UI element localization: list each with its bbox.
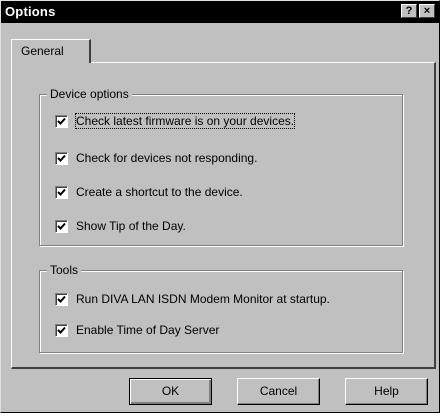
device-options-title: Device options: [47, 87, 132, 101]
window-title: Options: [5, 4, 56, 19]
run-monitor-checkbox[interactable]: [55, 293, 68, 306]
time-of-day-server-label: Enable Time of Day Server: [76, 323, 220, 337]
ok-button[interactable]: OK: [129, 378, 212, 405]
tools-title: Tools: [47, 263, 82, 277]
run-monitor-label: Run DIVA LAN ISDN Modem Monitor at start…: [76, 292, 330, 306]
tab-general[interactable]: General: [11, 39, 91, 63]
checkmark-icon: [57, 295, 66, 303]
checkmark-icon: [57, 326, 66, 334]
check-not-responding-label: Check for devices not responding.: [76, 151, 258, 165]
check-firmware-label: Check latest firmware is on your devices…: [74, 113, 296, 129]
help-icon[interactable]: ?: [401, 4, 417, 18]
device-options-group: Device options Check latest firmware is …: [39, 87, 403, 246]
close-icon[interactable]: ×: [419, 4, 435, 18]
cancel-button[interactable]: Cancel: [237, 378, 320, 405]
check-not-responding-checkbox[interactable]: [55, 152, 68, 165]
create-shortcut-checkbox[interactable]: [55, 186, 68, 199]
tools-group: Tools Run DIVA LAN ISDN Modem Monitor at…: [39, 263, 403, 353]
tip-of-day-label: Show Tip of the Day.: [76, 219, 186, 233]
help-button[interactable]: Help: [345, 378, 428, 405]
check-firmware-checkbox[interactable]: [55, 115, 68, 128]
tip-of-day-checkbox[interactable]: [55, 220, 68, 233]
time-of-day-server-checkbox[interactable]: [55, 324, 68, 337]
options-dialog: Options ? × General Device options Check…: [0, 0, 440, 413]
title-bar[interactable]: Options ? ×: [1, 1, 439, 23]
checkmark-icon: [57, 222, 66, 230]
checkmark-icon: [57, 154, 66, 162]
checkmark-icon: [57, 188, 66, 196]
tab-general-label: General: [21, 44, 64, 58]
create-shortcut-label: Create a shortcut to the device.: [76, 185, 243, 199]
tab-panel-general: Device options Check latest firmware is …: [11, 62, 436, 369]
checkmark-icon: [57, 117, 66, 125]
